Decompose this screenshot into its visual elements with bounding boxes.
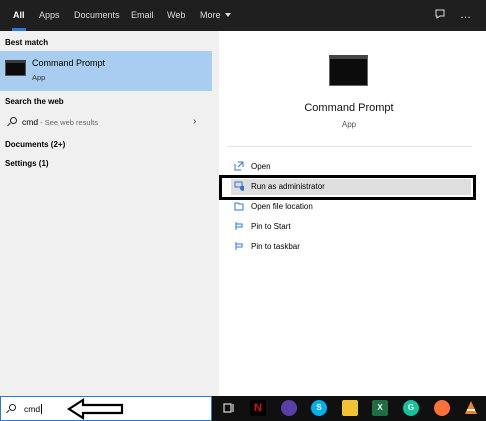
command-prompt-large-icon bbox=[329, 55, 368, 86]
action-open[interactable]: Open bbox=[231, 159, 471, 175]
browser-icon[interactable] bbox=[281, 400, 297, 416]
search-icon bbox=[9, 404, 16, 411]
action-open-file-location[interactable]: Open file location bbox=[231, 199, 471, 215]
tab-more-label: More bbox=[200, 10, 221, 20]
best-match-header: Best match bbox=[5, 38, 49, 47]
web-query: cmd bbox=[22, 117, 39, 127]
web-result-text: cmd - See web results bbox=[22, 117, 98, 127]
file-explorer-icon[interactable] bbox=[342, 400, 358, 416]
taskbar: cmd N S X G bbox=[0, 396, 486, 421]
more-options-icon[interactable]: … bbox=[460, 8, 471, 22]
chevron-right-icon[interactable]: › bbox=[193, 116, 196, 127]
search-input-value: cmd bbox=[24, 404, 41, 414]
divider bbox=[227, 146, 472, 147]
tab-web[interactable]: Web bbox=[167, 0, 185, 31]
action-open-label: Open bbox=[251, 162, 271, 171]
preview-app-name: Command Prompt bbox=[304, 102, 394, 114]
tab-apps[interactable]: Apps bbox=[39, 0, 60, 31]
best-match-title: Command Prompt bbox=[32, 58, 106, 68]
action-open-file-location-label: Open file location bbox=[251, 202, 313, 211]
best-match-subtitle: App bbox=[32, 73, 46, 82]
preview-app-type: App bbox=[341, 120, 357, 129]
tab-more[interactable]: More bbox=[200, 0, 231, 31]
results-pane: Best match Command Prompt App Search the… bbox=[0, 31, 212, 396]
excel-icon[interactable]: X bbox=[372, 400, 388, 416]
grammarly-icon[interactable]: G bbox=[403, 400, 419, 416]
tab-documents[interactable]: Documents bbox=[74, 0, 120, 31]
text-caret bbox=[41, 404, 43, 414]
chevron-down-icon bbox=[224, 13, 231, 17]
action-pin-to-start[interactable]: Pin to Start bbox=[231, 219, 471, 235]
search-filter-bar: All Apps Documents Email Web More … bbox=[0, 0, 486, 31]
tab-email[interactable]: Email bbox=[131, 0, 154, 31]
web-result-row[interactable]: cmd - See web results › bbox=[0, 112, 212, 132]
tab-all[interactable]: All bbox=[12, 0, 26, 31]
search-web-header: Search the web bbox=[5, 97, 64, 106]
pin-icon bbox=[234, 241, 244, 251]
taskbar-search-box[interactable]: cmd bbox=[0, 396, 212, 421]
netflix-icon[interactable]: N bbox=[250, 400, 266, 416]
command-prompt-icon bbox=[5, 60, 26, 76]
web-result-suffix: - See web results bbox=[38, 118, 99, 127]
pin-icon bbox=[234, 221, 244, 231]
preview-pane: Command Prompt App Open Run as administr… bbox=[219, 31, 486, 396]
arrow-left-icon bbox=[67, 398, 124, 420]
documents-header[interactable]: Documents (2+) bbox=[5, 140, 65, 149]
action-pin-to-taskbar[interactable]: Pin to taskbar bbox=[231, 239, 471, 255]
best-match-result[interactable]: Command Prompt App bbox=[0, 51, 212, 91]
folder-icon bbox=[234, 201, 244, 211]
action-pin-to-start-label: Pin to Start bbox=[251, 222, 291, 231]
highlight-frame bbox=[219, 175, 476, 200]
search-input[interactable]: cmd bbox=[24, 404, 43, 414]
task-view-icon[interactable] bbox=[221, 400, 237, 416]
feedback-icon[interactable] bbox=[434, 8, 446, 24]
settings-header[interactable]: Settings (1) bbox=[5, 159, 49, 168]
search-icon bbox=[10, 117, 17, 124]
firefox-icon[interactable] bbox=[434, 400, 450, 416]
vlc-icon[interactable] bbox=[463, 400, 479, 416]
action-pin-to-taskbar-label: Pin to taskbar bbox=[251, 242, 300, 251]
skype-icon[interactable]: S bbox=[311, 400, 327, 416]
open-icon bbox=[234, 161, 244, 171]
